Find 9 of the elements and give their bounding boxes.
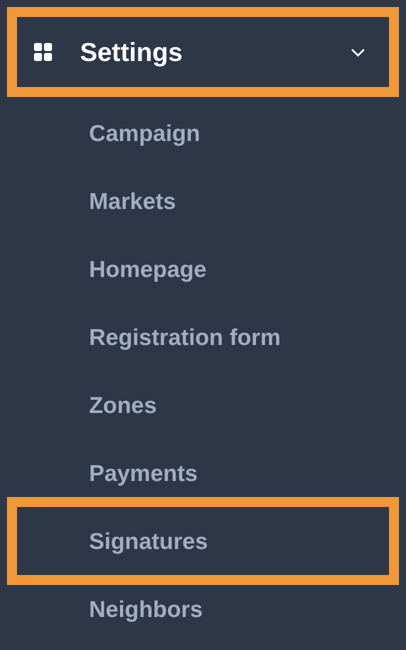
settings-menu-header[interactable]: Settings (7, 7, 399, 97)
menu-item[interactable]: Markets (17, 167, 389, 235)
menu-item[interactable]: Signatures (7, 497, 399, 585)
grid-icon (34, 43, 52, 61)
menu-item[interactable]: Campaign (17, 99, 389, 167)
chevron-icon (351, 48, 365, 56)
menu-item[interactable]: Homepage (17, 235, 389, 303)
menu-item[interactable]: Registration form (17, 303, 389, 371)
menu-item[interactable]: Zones (17, 371, 389, 439)
